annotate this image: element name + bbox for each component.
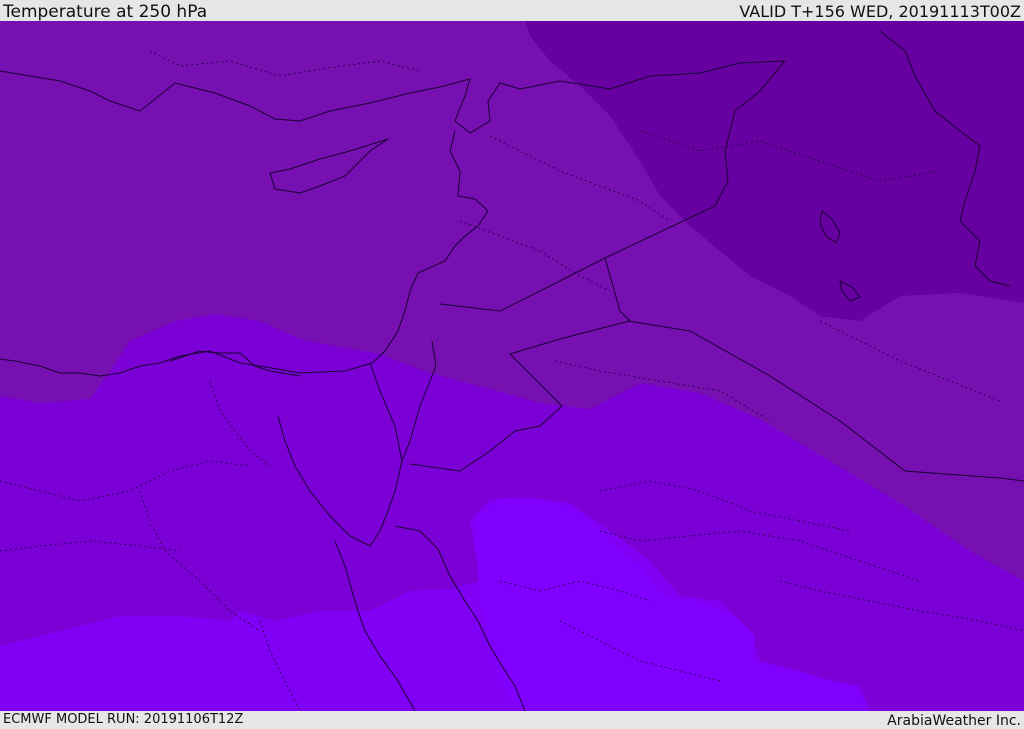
model-run-label: ECMWF MODEL RUN: 20191106T12Z xyxy=(3,712,244,727)
valid-time: VALID T+156 WED, 20191113T00Z xyxy=(739,2,1021,21)
temperature-map xyxy=(0,21,1024,711)
footer-bar: ECMWF MODEL RUN: 20191106T12Z ArabiaWeat… xyxy=(0,711,1024,729)
brand-label: ArabiaWeather Inc. xyxy=(887,713,1021,729)
header-bar: Temperature at 250 hPa VALID T+156 WED, … xyxy=(0,0,1024,21)
map-title: Temperature at 250 hPa xyxy=(3,2,208,22)
